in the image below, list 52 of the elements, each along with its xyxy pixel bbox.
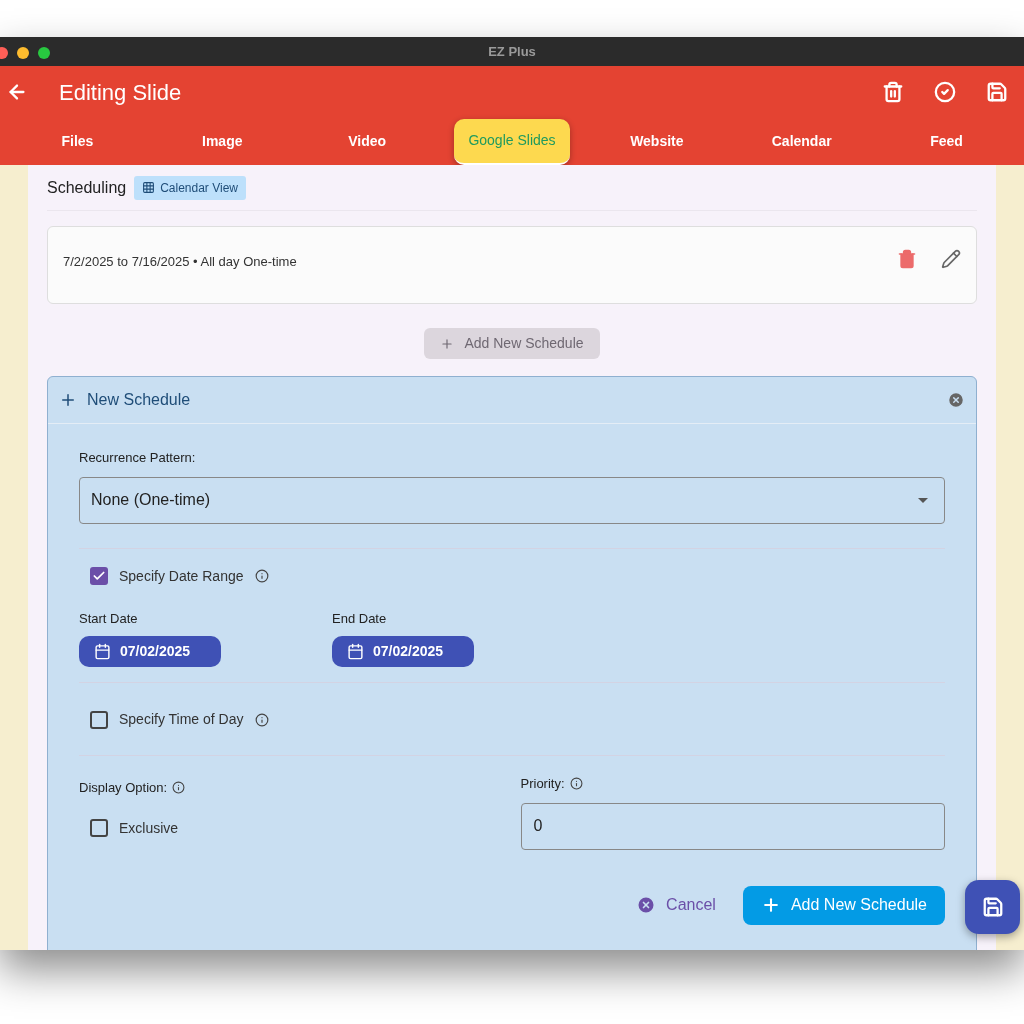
check-icon xyxy=(92,569,106,583)
field-label: Priority: xyxy=(520,775,565,793)
save-icon xyxy=(981,896,1004,918)
field-label: Recurrence Pattern: xyxy=(79,449,197,467)
checkbox[interactable] xyxy=(90,819,108,837)
checkbox-label: Specify Time of Day xyxy=(119,710,244,729)
date-label: Start Date xyxy=(79,609,139,628)
date-label: End Date xyxy=(332,609,388,628)
close-icon[interactable] xyxy=(947,391,965,409)
info-icon xyxy=(569,777,583,791)
recurrence-select[interactable]: None (One-time) xyxy=(79,476,945,524)
tab[interactable]: Image xyxy=(188,118,257,165)
checkbox[interactable] xyxy=(90,710,108,729)
date-picker-button[interactable]: 07/02/2025 xyxy=(79,636,221,667)
tab[interactable]: Feed xyxy=(916,118,977,165)
calendar-view-button[interactable]: Calendar View xyxy=(134,175,246,200)
grid-icon xyxy=(142,181,156,194)
section-title: Scheduling xyxy=(47,177,127,198)
window-title: EZ Plus xyxy=(488,42,536,61)
tab[interactable]: Calendar xyxy=(757,118,846,165)
cancel-button[interactable]: Cancel xyxy=(636,893,716,917)
tab[interactable]: Google Slides xyxy=(454,118,570,165)
delete-icon[interactable] xyxy=(882,81,904,103)
tab[interactable]: Video xyxy=(334,118,401,165)
checkbox[interactable] xyxy=(90,567,108,585)
add-schedule-button[interactable]: Add New Schedule xyxy=(742,885,945,925)
schedule-summary: 7/2/2025 to 7/16/2025 • All day One-time xyxy=(63,253,297,271)
dropdown-caret-icon xyxy=(918,497,928,503)
priority-field[interactable]: 0 xyxy=(520,802,945,850)
maximize-window-icon[interactable] xyxy=(38,47,50,59)
info-icon xyxy=(172,781,186,795)
plus-icon xyxy=(440,336,455,351)
checkbox-label: Specify Date Range xyxy=(119,566,244,586)
delete-icon[interactable] xyxy=(897,249,917,269)
date-picker-button[interactable]: 07/02/2025 xyxy=(332,636,474,667)
tab[interactable]: Files xyxy=(47,118,108,165)
save-fab[interactable] xyxy=(965,880,1020,934)
info-icon xyxy=(254,569,269,583)
save-icon[interactable] xyxy=(986,81,1008,103)
panel-title: New Schedule xyxy=(87,390,191,410)
field-label: Display Option: xyxy=(79,779,168,797)
tab[interactable]: Website xyxy=(616,118,698,165)
cancel-icon xyxy=(636,895,657,915)
plus-icon xyxy=(59,391,77,409)
info-icon xyxy=(254,712,269,727)
checkbox-label: Exclusive xyxy=(119,818,179,838)
edit-icon[interactable] xyxy=(941,249,961,269)
calendar-icon xyxy=(347,643,364,660)
calendar-icon xyxy=(94,643,111,660)
check-icon[interactable] xyxy=(934,81,956,103)
minimize-window-icon[interactable] xyxy=(17,47,29,59)
header-title: Editing Slide xyxy=(59,78,182,107)
